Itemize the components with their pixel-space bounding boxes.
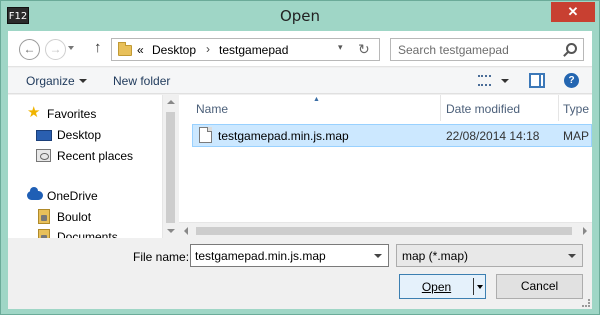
organize-button[interactable]: Organize	[26, 74, 75, 88]
address-overflow[interactable]: «	[137, 43, 144, 57]
navigation-pane: ★ Favorites Desktop Recent places OneDri…	[8, 95, 176, 238]
file-list-horizontal-scrollbar[interactable]	[179, 222, 592, 238]
up-folder-button[interactable]: ↑	[94, 39, 102, 56]
scroll-right-icon[interactable]	[583, 227, 587, 235]
back-button[interactable]: ←	[19, 39, 40, 60]
file-list: ▲ Name Date modified Type testgamepad.mi…	[179, 95, 592, 238]
cancel-button[interactable]: Cancel	[496, 274, 583, 299]
help-icon[interactable]: ?	[564, 73, 579, 88]
navigation-pane-scrollbar[interactable]	[162, 95, 177, 238]
view-list-icon[interactable]	[478, 75, 491, 86]
search-box[interactable]: Search testgamepad	[390, 38, 584, 61]
open-options-chevron-icon[interactable]	[477, 285, 483, 289]
file-name: testgamepad.min.js.map	[218, 129, 349, 143]
chevron-down-icon[interactable]	[568, 254, 576, 258]
sort-ascending-icon: ▲	[313, 96, 320, 103]
refresh-icon[interactable]: ↻	[358, 41, 370, 58]
file-date-modified: 22/08/2014 14:18	[446, 129, 540, 143]
nav-item-desktop[interactable]: Desktop	[57, 128, 101, 142]
locked-folder-icon	[38, 229, 50, 238]
cloud-icon	[27, 187, 43, 200]
scroll-left-icon[interactable]	[184, 227, 188, 235]
title-bar[interactable]: F12 Open ✕	[1, 1, 599, 31]
resize-grip-icon[interactable]	[582, 299, 590, 307]
desktop-icon	[36, 130, 52, 141]
open-button-label[interactable]: Open	[400, 280, 473, 294]
file-type-filter[interactable]: map (*.map)	[396, 244, 583, 267]
recent-places-icon	[36, 149, 51, 162]
breadcrumb-testgamepad[interactable]: testgamepad	[219, 43, 288, 57]
search-icon[interactable]	[566, 43, 577, 54]
nav-item-onedrive[interactable]: OneDrive	[47, 189, 98, 203]
preview-pane-icon[interactable]	[529, 73, 545, 88]
file-icon	[199, 127, 212, 143]
address-bar[interactable]: « Desktop › testgamepad ▾ ↻	[111, 38, 380, 61]
recent-locations-dropdown-icon[interactable]	[68, 46, 74, 50]
chevron-down-icon[interactable]	[374, 254, 382, 258]
dialog-body: ← → ↑ « Desktop › testgamepad ▾ ↻ Search…	[8, 31, 592, 309]
column-header-type[interactable]: Type	[563, 102, 589, 116]
column-divider[interactable]	[558, 95, 559, 121]
breadcrumb-separator-icon[interactable]: ›	[206, 42, 210, 56]
column-header-name[interactable]: Name	[196, 102, 228, 116]
locked-folder-icon	[38, 209, 50, 224]
star-icon: ★	[27, 104, 41, 121]
view-options-chevron-icon[interactable]	[501, 79, 509, 83]
nav-item-recent-places[interactable]: Recent places	[57, 149, 133, 163]
address-dropdown-icon[interactable]: ▾	[338, 42, 343, 53]
file-type: MAP File	[563, 129, 592, 143]
new-folder-button[interactable]: New folder	[113, 74, 170, 88]
file-type-filter-value[interactable]: map (*.map)	[402, 249, 468, 263]
search-input[interactable]: Search testgamepad	[398, 43, 509, 57]
file-name-label: File name:	[133, 250, 190, 264]
breadcrumb-desktop[interactable]: Desktop	[152, 43, 196, 57]
nav-item-documents[interactable]: Documents	[57, 230, 118, 238]
close-button[interactable]: ✕	[551, 2, 595, 22]
column-header-date-modified[interactable]: Date modified	[446, 102, 520, 116]
navigation-bar: ← → ↑ « Desktop › testgamepad ▾ ↻ Search…	[8, 31, 592, 67]
nav-item-favorites[interactable]: Favorites	[47, 107, 96, 121]
file-name-value[interactable]: testgamepad.min.js.map	[195, 249, 326, 263]
chevron-down-icon[interactable]	[79, 79, 87, 83]
scrollbar-thumb[interactable]	[166, 112, 175, 223]
split-divider	[473, 278, 474, 295]
folder-icon	[118, 42, 132, 56]
open-dialog: F12 Open ✕ ← → ↑ « Desktop › testgamepad…	[0, 0, 600, 315]
scrollbar-thumb[interactable]	[196, 227, 572, 235]
scroll-down-icon[interactable]	[167, 229, 175, 233]
scroll-up-icon[interactable]	[167, 100, 175, 104]
command-bar: Organize New folder ?	[8, 68, 592, 94]
file-row-selected[interactable]: testgamepad.min.js.map 22/08/2014 14:18 …	[192, 124, 592, 147]
column-divider[interactable]	[440, 95, 441, 121]
file-name-field[interactable]: testgamepad.min.js.map	[190, 244, 389, 267]
dialog-title: Open	[279, 7, 321, 25]
open-button[interactable]: Open	[399, 274, 486, 299]
nav-item-boulot[interactable]: Boulot	[57, 210, 91, 224]
forward-button[interactable]: →	[45, 39, 66, 60]
